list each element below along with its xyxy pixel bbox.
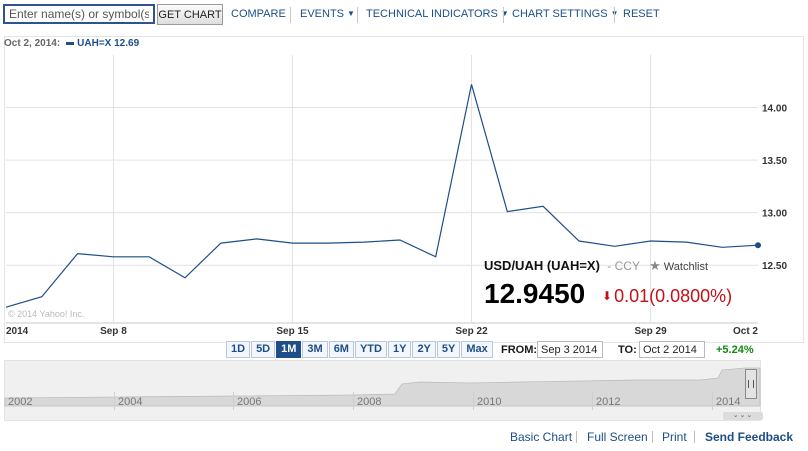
navigator-year-divider <box>233 392 234 410</box>
grip-icon <box>748 380 754 388</box>
navigator-year-divider <box>592 392 593 410</box>
navigator-year-label: 2004 <box>118 396 143 408</box>
navigator-year-label: 2010 <box>477 396 502 408</box>
footer-divider <box>652 431 653 443</box>
chart-footer: Basic Chart Full Screen Print Send Feedb… <box>0 425 808 447</box>
footer-divider <box>576 431 577 443</box>
navigator-year-label: 2012 <box>596 396 621 408</box>
navigator-year-label: 2008 <box>357 396 382 408</box>
navigator-scroll-handle[interactable] <box>745 369 757 399</box>
navigator-year-divider <box>473 392 474 410</box>
navigator-year-label: 2006 <box>237 396 262 408</box>
navigator-sparkline <box>4 367 761 407</box>
footer-divider <box>694 431 695 443</box>
navigator-year-label: 2002 <box>8 396 33 408</box>
navigator-year-label: 2014 <box>716 396 741 408</box>
navigator-year-divider <box>353 392 354 410</box>
send-feedback-link[interactable]: Send Feedback <box>705 430 793 444</box>
basic-chart-link[interactable]: Basic Chart <box>510 430 572 444</box>
navigator-year-divider <box>712 392 713 410</box>
navigator-scroll-grip[interactable]: ⌄⌄⌄ <box>723 412 763 420</box>
navigator-year-divider <box>114 392 115 410</box>
full-screen-link[interactable]: Full Screen <box>587 430 648 444</box>
print-link[interactable]: Print <box>662 430 687 444</box>
